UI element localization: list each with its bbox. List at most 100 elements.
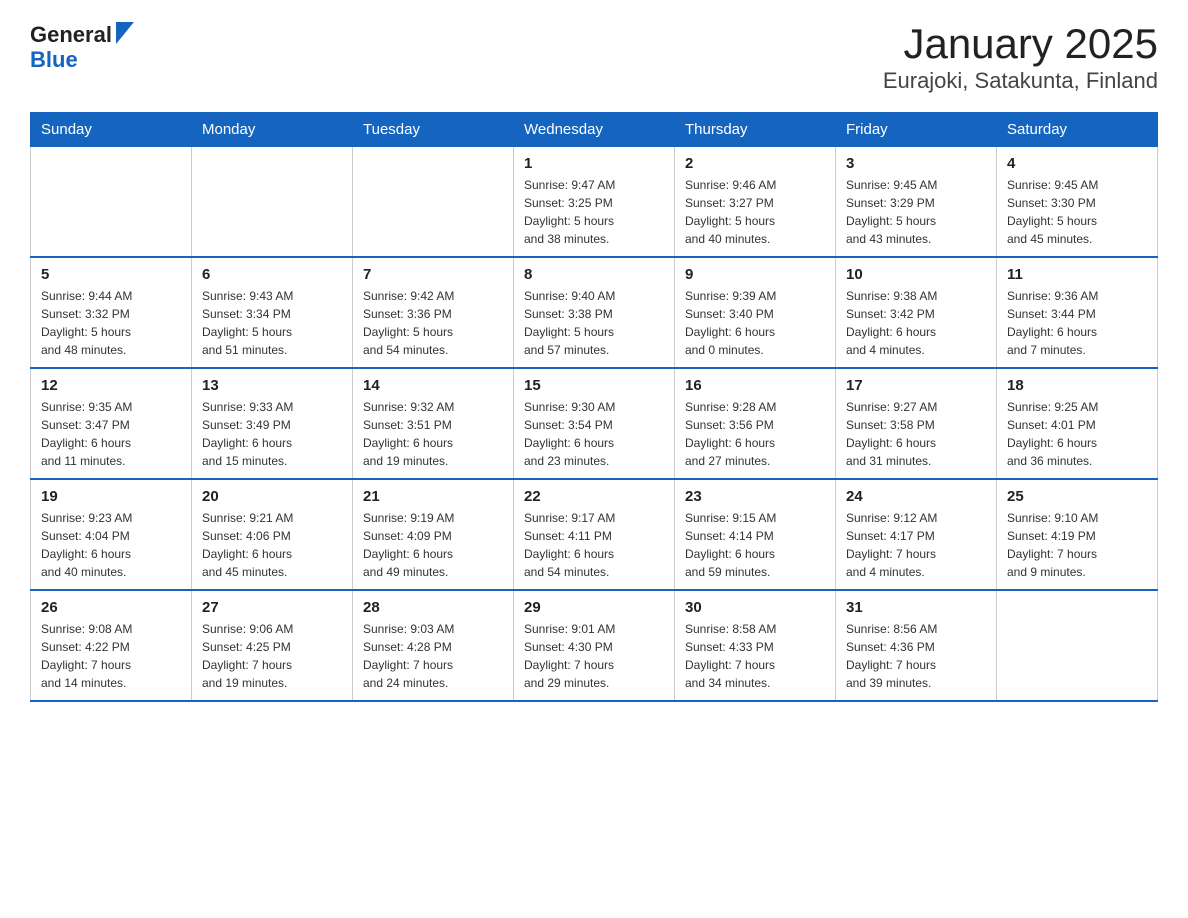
day-info: Sunrise: 9:30 AM Sunset: 3:54 PM Dayligh… xyxy=(524,398,664,470)
day-info: Sunrise: 9:25 AM Sunset: 4:01 PM Dayligh… xyxy=(1007,398,1147,470)
day-info: Sunrise: 9:15 AM Sunset: 4:14 PM Dayligh… xyxy=(685,509,825,581)
calendar-cell: 21 Sunrise: 9:19 AM Sunset: 4:09 PM Dayli… xyxy=(353,479,514,590)
calendar-cell: 16Sunrise: 9:28 AM Sunset: 3:56 PM Dayli… xyxy=(675,368,836,479)
day-number: 12 xyxy=(41,377,181,394)
day-number: 7 xyxy=(363,266,503,283)
day-number: 6 xyxy=(202,266,342,283)
day-number: 1 xyxy=(524,155,664,172)
calendar-cell: 14 Sunrise: 9:32 AM Sunset: 3:51 PM Dayli… xyxy=(353,368,514,479)
calendar-cell: 25 Sunrise: 9:10 AM Sunset: 4:19 PM Dayli… xyxy=(997,479,1158,590)
day-info: Sunrise: 9:33 AM Sunset: 3:49 PM Dayligh… xyxy=(202,398,342,470)
day-info: Sunrise: 9:08 AM Sunset: 4:22 PM Dayligh… xyxy=(41,620,181,692)
calendar-cell: 8Sunrise: 9:40 AM Sunset: 3:38 PM Daylig… xyxy=(514,257,675,368)
day-info: Sunrise: 9:35 AM Sunset: 3:47 PM Dayligh… xyxy=(41,398,181,470)
calendar-cell xyxy=(31,147,192,258)
day-info: Sunrise: 9:19 AM Sunset: 4:09 PM Dayligh… xyxy=(363,509,503,581)
day-number: 22 xyxy=(524,488,664,505)
day-info: Sunrise: 9:23 AM Sunset: 4:04 PM Dayligh… xyxy=(41,509,181,581)
day-number: 3 xyxy=(846,155,986,172)
day-info: Sunrise: 8:58 AM Sunset: 4:33 PM Dayligh… xyxy=(685,620,825,692)
calendar-cell: 6Sunrise: 9:43 AM Sunset: 3:34 PM Daylig… xyxy=(192,257,353,368)
day-info: Sunrise: 9:21 AM Sunset: 4:06 PM Dayligh… xyxy=(202,509,342,581)
day-number: 5 xyxy=(41,266,181,283)
calendar-cell: 29Sunrise: 9:01 AM Sunset: 4:30 PM Dayli… xyxy=(514,590,675,701)
day-info: Sunrise: 9:42 AM Sunset: 3:36 PM Dayligh… xyxy=(363,287,503,359)
day-info: Sunrise: 9:38 AM Sunset: 3:42 PM Dayligh… xyxy=(846,287,986,359)
calendar-cell: 9Sunrise: 9:39 AM Sunset: 3:40 PM Daylig… xyxy=(675,257,836,368)
calendar-cell xyxy=(192,147,353,258)
day-info: Sunrise: 9:03 AM Sunset: 4:28 PM Dayligh… xyxy=(363,620,503,692)
day-number: 15 xyxy=(524,377,664,394)
calendar-cell: 26Sunrise: 9:08 AM Sunset: 4:22 PM Dayli… xyxy=(31,590,192,701)
weekday-header-sunday: Sunday xyxy=(31,113,192,147)
calendar-cell: 5 Sunrise: 9:44 AM Sunset: 3:32 PM Daylig… xyxy=(31,257,192,368)
day-info: Sunrise: 9:44 AM Sunset: 3:32 PM Dayligh… xyxy=(41,287,181,359)
calendar-cell: 10 Sunrise: 9:38 AM Sunset: 3:42 PM Dayli… xyxy=(836,257,997,368)
week-row-4: 19 Sunrise: 9:23 AM Sunset: 4:04 PM Dayli… xyxy=(31,479,1158,590)
day-number: 25 xyxy=(1007,488,1147,505)
day-number: 14 xyxy=(363,377,503,394)
week-row-1: 1 Sunrise: 9:47 AM Sunset: 3:25 PM Daylig… xyxy=(31,147,1158,258)
day-number: 13 xyxy=(202,377,342,394)
day-number: 4 xyxy=(1007,155,1147,172)
day-info: Sunrise: 9:36 AM Sunset: 3:44 PM Dayligh… xyxy=(1007,287,1147,359)
calendar-cell xyxy=(997,590,1158,701)
calendar-cell: 4 Sunrise: 9:45 AM Sunset: 3:30 PM Daylig… xyxy=(997,147,1158,258)
day-info: Sunrise: 9:45 AM Sunset: 3:29 PM Dayligh… xyxy=(846,176,986,248)
week-row-3: 12 Sunrise: 9:35 AM Sunset: 3:47 PM Dayli… xyxy=(31,368,1158,479)
weekday-header-wednesday: Wednesday xyxy=(514,113,675,147)
day-number: 30 xyxy=(685,599,825,616)
day-number: 29 xyxy=(524,599,664,616)
day-info: Sunrise: 9:32 AM Sunset: 3:51 PM Dayligh… xyxy=(363,398,503,470)
day-number: 23 xyxy=(685,488,825,505)
page-header: General Blue January 2025 Eurajoki, Sata… xyxy=(30,20,1158,94)
day-info: Sunrise: 9:28 AM Sunset: 3:56 PM Dayligh… xyxy=(685,398,825,470)
logo-text-blue: Blue xyxy=(30,47,78,73)
calendar-cell: 13 Sunrise: 9:33 AM Sunset: 3:49 PM Dayli… xyxy=(192,368,353,479)
weekday-header-row: SundayMondayTuesdayWednesdayThursdayFrid… xyxy=(31,113,1158,147)
calendar-cell: 19 Sunrise: 9:23 AM Sunset: 4:04 PM Dayli… xyxy=(31,479,192,590)
calendar-cell xyxy=(353,147,514,258)
day-info: Sunrise: 9:12 AM Sunset: 4:17 PM Dayligh… xyxy=(846,509,986,581)
calendar-cell: 23 Sunrise: 9:15 AM Sunset: 4:14 PM Dayli… xyxy=(675,479,836,590)
day-info: Sunrise: 9:10 AM Sunset: 4:19 PM Dayligh… xyxy=(1007,509,1147,581)
day-info: Sunrise: 9:47 AM Sunset: 3:25 PM Dayligh… xyxy=(524,176,664,248)
calendar-cell: 22 Sunrise: 9:17 AM Sunset: 4:11 PM Dayli… xyxy=(514,479,675,590)
day-number: 19 xyxy=(41,488,181,505)
logo-icon: General Blue xyxy=(30,20,134,73)
day-number: 21 xyxy=(363,488,503,505)
weekday-header-friday: Friday xyxy=(836,113,997,147)
day-number: 11 xyxy=(1007,266,1147,283)
logo: General Blue xyxy=(30,20,134,73)
logo-triangle-icon xyxy=(116,22,134,44)
calendar-cell: 11 Sunrise: 9:36 AM Sunset: 3:44 PM Dayli… xyxy=(997,257,1158,368)
calendar-cell: 24Sunrise: 9:12 AM Sunset: 4:17 PM Dayli… xyxy=(836,479,997,590)
calendar-cell: 31 Sunrise: 8:56 AM Sunset: 4:36 PM Dayli… xyxy=(836,590,997,701)
calendar-cell: 3 Sunrise: 9:45 AM Sunset: 3:29 PM Daylig… xyxy=(836,147,997,258)
calendar-cell: 30 Sunrise: 8:58 AM Sunset: 4:33 PM Dayli… xyxy=(675,590,836,701)
weekday-header-tuesday: Tuesday xyxy=(353,113,514,147)
week-row-5: 26Sunrise: 9:08 AM Sunset: 4:22 PM Dayli… xyxy=(31,590,1158,701)
day-number: 8 xyxy=(524,266,664,283)
day-info: Sunrise: 9:45 AM Sunset: 3:30 PM Dayligh… xyxy=(1007,176,1147,248)
day-number: 28 xyxy=(363,599,503,616)
day-number: 17 xyxy=(846,377,986,394)
weekday-header-monday: Monday xyxy=(192,113,353,147)
day-number: 18 xyxy=(1007,377,1147,394)
day-number: 27 xyxy=(202,599,342,616)
day-info: Sunrise: 9:17 AM Sunset: 4:11 PM Dayligh… xyxy=(524,509,664,581)
title-block: January 2025 Eurajoki, Satakunta, Finlan… xyxy=(883,20,1158,94)
calendar-cell: 1 Sunrise: 9:47 AM Sunset: 3:25 PM Daylig… xyxy=(514,147,675,258)
day-number: 10 xyxy=(846,266,986,283)
day-number: 20 xyxy=(202,488,342,505)
calendar-cell: 7 Sunrise: 9:42 AM Sunset: 3:36 PM Daylig… xyxy=(353,257,514,368)
week-row-2: 5 Sunrise: 9:44 AM Sunset: 3:32 PM Daylig… xyxy=(31,257,1158,368)
day-number: 31 xyxy=(846,599,986,616)
calendar-cell: 12 Sunrise: 9:35 AM Sunset: 3:47 PM Dayli… xyxy=(31,368,192,479)
day-info: Sunrise: 8:56 AM Sunset: 4:36 PM Dayligh… xyxy=(846,620,986,692)
month-title: January 2025 xyxy=(883,20,1158,68)
day-info: Sunrise: 9:27 AM Sunset: 3:58 PM Dayligh… xyxy=(846,398,986,470)
day-info: Sunrise: 9:06 AM Sunset: 4:25 PM Dayligh… xyxy=(202,620,342,692)
calendar-cell: 2Sunrise: 9:46 AM Sunset: 3:27 PM Daylig… xyxy=(675,147,836,258)
calendar-table: SundayMondayTuesdayWednesdayThursdayFrid… xyxy=(30,112,1158,702)
